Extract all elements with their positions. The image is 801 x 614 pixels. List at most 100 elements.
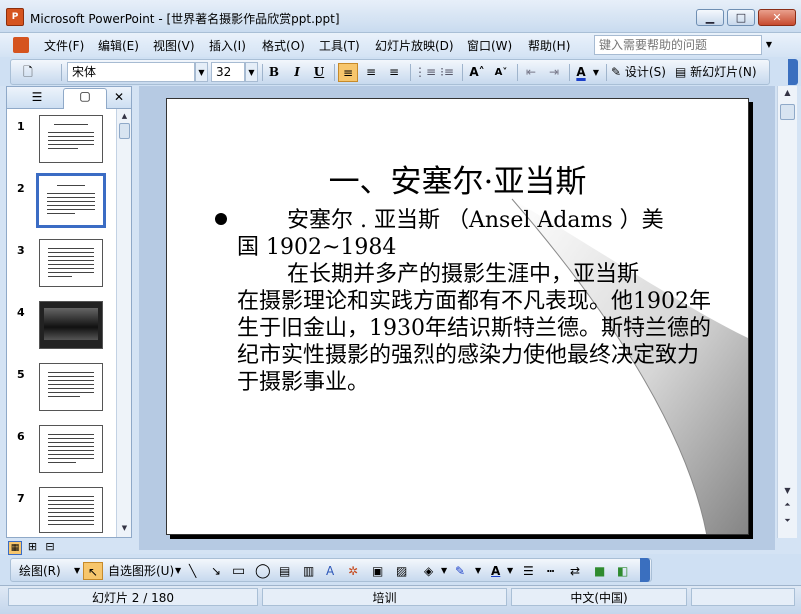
align-center-icon[interactable]: ≡ [361,63,381,82]
toolbar-separator [262,64,263,81]
toolbar-separator [606,64,607,81]
diagram-icon[interactable]: ✲ [348,562,358,580]
font-color-draw-dropdown-icon[interactable]: ▼ [507,562,513,580]
tab-slides[interactable]: ▢ [63,88,107,109]
draw-menu-button[interactable]: 绘图(R) [19,562,61,580]
slide-scroll-thumb[interactable] [780,104,795,120]
scroll-down-icon[interactable]: ▼ [117,521,132,535]
italic-button[interactable]: I [288,63,306,82]
menu-edit[interactable]: 编辑(E) [98,37,139,54]
slideshow-view-icon[interactable]: ⊟ [43,540,57,553]
minimize-icon: ▁ [705,11,715,24]
close-button[interactable]: ✕ [758,9,796,26]
scroll-down-icon[interactable]: ▼ [778,486,797,495]
arrow-style-icon[interactable]: ⇄ [570,562,580,580]
draw-menu-dropdown-icon[interactable]: ▼ [74,562,80,580]
select-objects-icon[interactable]: ↖ [83,562,103,580]
previous-slide-icon[interactable]: ⏶ [778,500,797,510]
thumb-number: 4 [17,306,25,319]
design-label: 设计(S) [624,65,666,79]
help-search-input[interactable] [594,35,762,55]
font-name-field[interactable]: 宋体 [67,62,195,82]
line-icon[interactable]: ╲ [189,562,196,580]
menu-file[interactable]: 文件(F) [44,37,84,54]
line-color-icon[interactable]: ✎ [455,562,465,580]
menu-view[interactable]: 视图(V) [153,37,195,54]
picture-icon[interactable]: ▨ [396,562,407,580]
current-slide[interactable]: 一、安塞尔·亚当斯 安塞尔 . 亚当斯 （Ansel Adams ）美 国 19… [166,98,749,535]
decrease-indent-icon[interactable]: ⇤ [521,63,541,82]
shrink-font-button[interactable]: A˅ [490,63,512,82]
font-name-dropdown-icon[interactable]: ▼ [195,62,208,82]
slide-sorter-icon[interactable]: ⊞ [26,540,40,553]
dash-style-icon[interactable]: ┅ [547,562,554,580]
slide-thumbnail-selected[interactable] [36,173,106,228]
wordart-icon[interactable]: A [326,562,334,580]
menu-help[interactable]: 帮助(H) [528,37,570,54]
shadow-style-icon[interactable]: ■ [594,562,605,580]
slide-title[interactable]: 一、安塞尔·亚当斯 [167,156,748,201]
rectangle-icon[interactable]: ▭ [232,562,245,580]
menu-tools[interactable]: 工具(T) [319,37,360,54]
panel-scroll-thumb[interactable] [119,123,130,139]
font-color-button[interactable]: A [572,63,590,82]
line-style-icon[interactable]: ☰ [523,562,534,580]
bullets-icon[interactable]: ⁝≡ [437,63,457,82]
window-title: Microsoft PowerPoint - [世界著名摄影作品欣赏ppt.pp… [30,12,340,26]
new-slide-label: 新幻灯片(N) [690,65,757,79]
new-document-icon[interactable]: 🗋 [19,63,37,82]
font-size-dropdown-icon[interactable]: ▼ [245,62,258,82]
design-button[interactable]: ✎ 设计(S) [611,63,673,82]
toolbar-options-icon[interactable] [788,59,798,85]
line-color-dropdown-icon[interactable]: ▼ [475,562,481,580]
align-left-icon[interactable]: ≡ [338,63,358,82]
slide-thumbnail[interactable] [39,239,103,287]
help-dropdown-icon[interactable]: ▼ [762,35,776,55]
drawing-toolbar-options-icon[interactable] [640,558,650,582]
slide-thumbnail[interactable] [39,363,103,411]
clip-art-icon[interactable]: ▣ [372,562,383,580]
menu-slideshow[interactable]: 幻灯片放映(D) [375,37,454,54]
menu-insert[interactable]: 插入(I) [209,37,246,54]
toolbar-separator [61,64,62,81]
fill-color-dropdown-icon[interactable]: ▼ [441,562,447,580]
slide-body-text[interactable]: 安塞尔 . 亚当斯 （Ansel Adams ）美 国 1902~1984 在长… [237,207,717,396]
numbering-icon[interactable]: ⋮≡ [414,63,436,82]
grow-font-button[interactable]: A˄ [466,63,488,82]
font-size-field[interactable]: 32 [211,62,245,82]
oval-icon[interactable]: ◯ [255,562,271,580]
autoshapes-dropdown-icon[interactable]: ▼ [175,562,181,580]
powerpoint-app-icon[interactable]: P [6,8,24,26]
autoshapes-button[interactable]: 自选图形(U) [108,562,174,580]
maximize-button[interactable]: □ [727,9,755,26]
text-box-icon[interactable]: ▤ [279,562,290,580]
align-right-icon[interactable]: ≡ [384,63,404,82]
fill-color-icon[interactable]: ◈ [424,562,433,580]
vertical-text-box-icon[interactable]: ▥ [303,562,314,580]
new-slide-button[interactable]: ▤ 新幻灯片(N) [675,63,767,82]
menu-window[interactable]: 窗口(W) [467,37,512,54]
slide-thumbnail[interactable] [39,487,103,533]
slide-thumbnail[interactable] [39,115,103,163]
next-slide-icon[interactable]: ⏷ [778,516,797,526]
slide-thumbnail[interactable] [39,425,103,473]
scroll-up-icon[interactable]: ▲ [778,88,797,97]
3d-style-icon[interactable]: ◧ [617,562,628,580]
tab-outline[interactable]: ☰ [17,90,57,108]
underline-button[interactable]: U [310,63,328,82]
panel-scrollbar[interactable]: ▲ ▼ [116,109,131,537]
minimize-button[interactable]: ▁ [696,9,724,26]
document-icon[interactable] [13,37,29,53]
increase-indent-icon[interactable]: ⇥ [544,63,564,82]
normal-view-icon[interactable]: ▦ [8,541,22,555]
font-color-dropdown-icon[interactable]: ▼ [591,63,601,82]
menu-format[interactable]: 格式(O) [262,37,305,54]
bold-button[interactable]: B [265,63,283,82]
panel-close-icon[interactable]: ✕ [114,90,124,104]
slide-thumbnail-photo[interactable] [39,301,103,349]
scroll-up-icon[interactable]: ▲ [117,109,132,123]
slide-scrollbar[interactable]: ▲ ▼ ⏶ ⏷ [777,86,797,538]
arrow-icon[interactable]: ↘ [211,562,221,580]
font-color-draw-icon[interactable]: A [491,562,500,580]
status-slide-info: 幻灯片 2 / 180 [8,588,258,606]
